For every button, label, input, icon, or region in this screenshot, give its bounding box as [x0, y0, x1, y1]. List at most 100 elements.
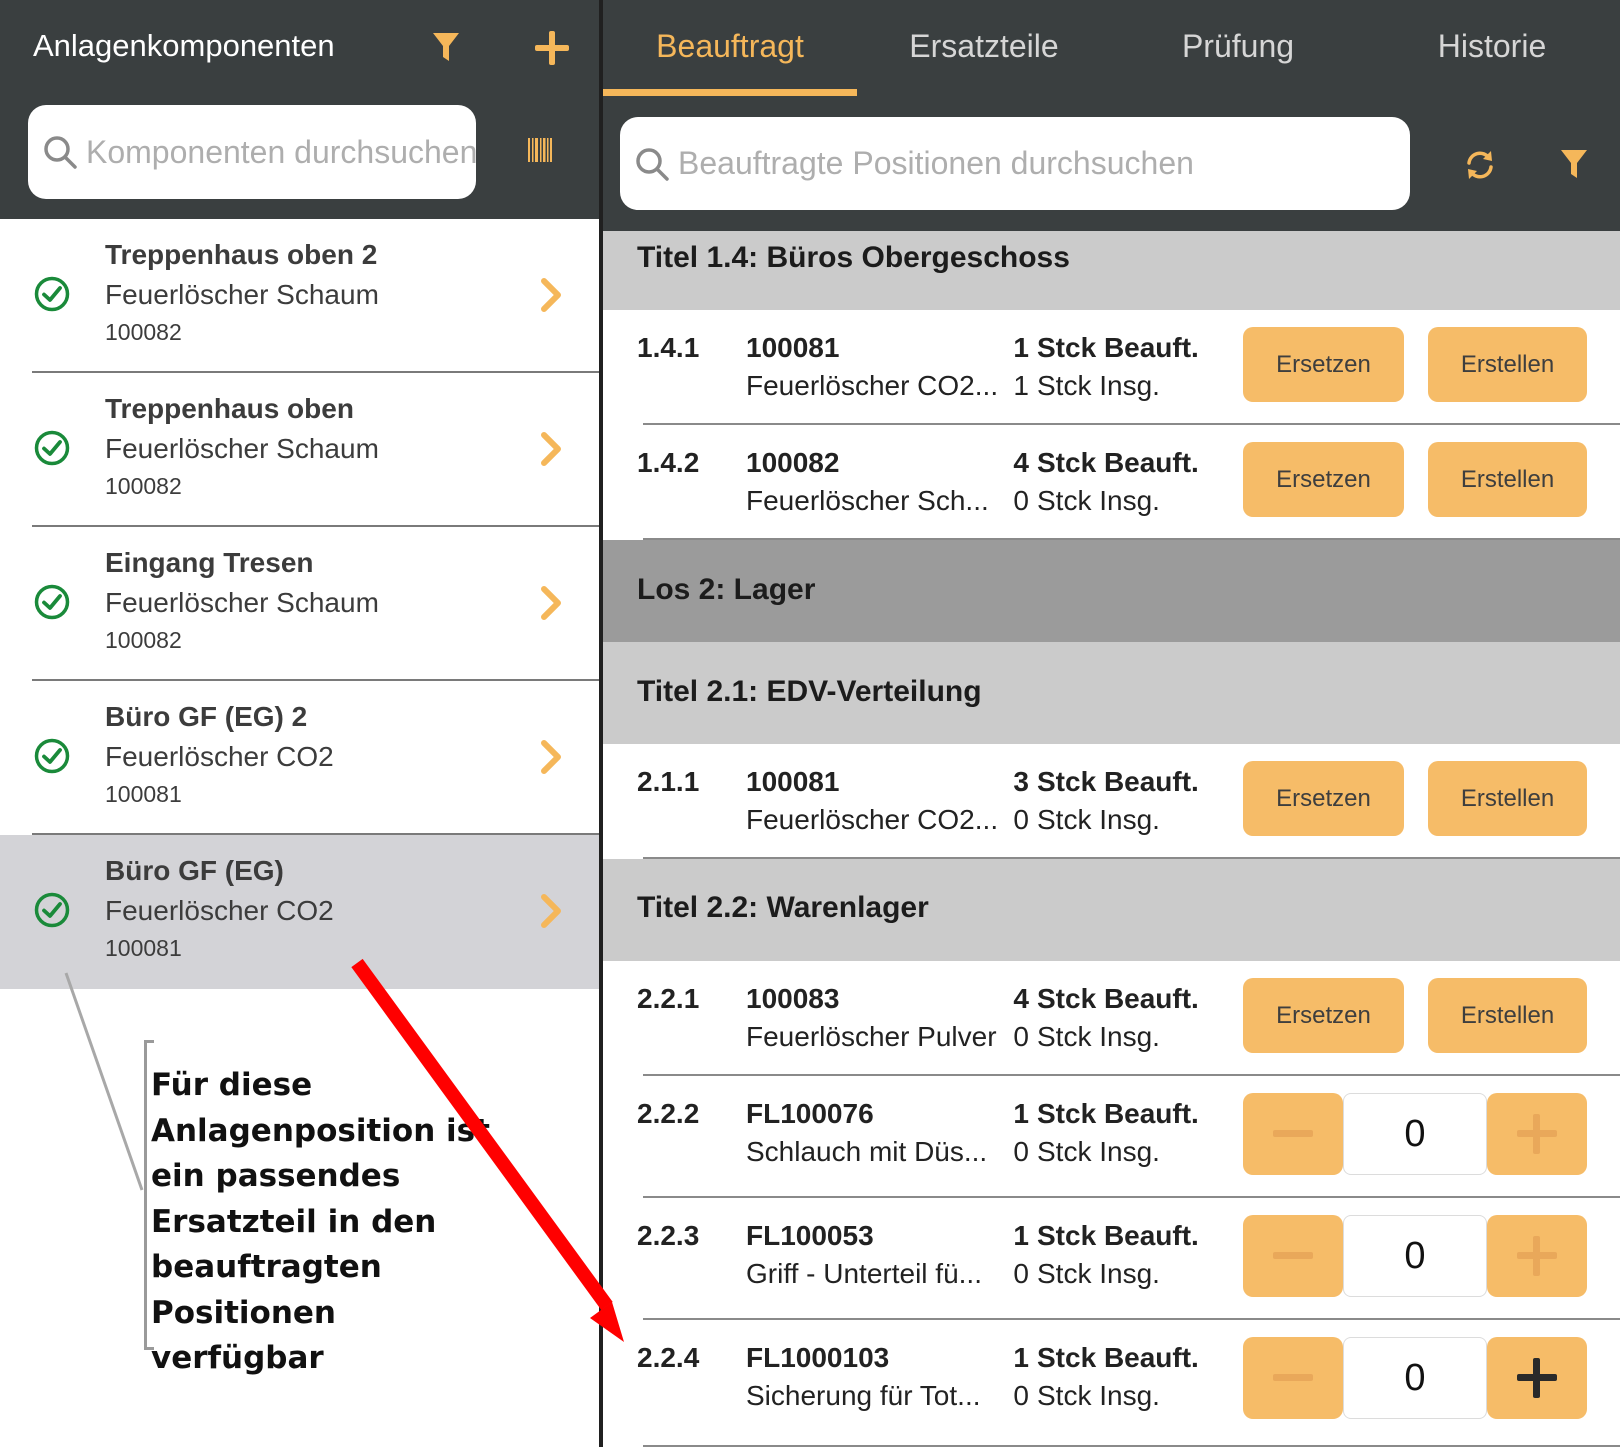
section-header: Titel 2.1: EDV-Verteilung: [603, 642, 1620, 744]
tab-ersatzteile[interactable]: Ersatzteile: [857, 28, 1111, 65]
ordered-quantity: 4 Stck Beauft.: [1001, 983, 1221, 1015]
create-button[interactable]: Erstellen: [1428, 978, 1587, 1053]
position-row: 2.2.2 FL100076 Schlauch mit Düs... 1 Stck Be…: [603, 1076, 1620, 1198]
quantity-value[interactable]: 0: [1343, 1337, 1487, 1419]
total-quantity: 0 Stck Insg.: [1001, 1380, 1221, 1412]
position-row: 2.1.1 100081 Feuerlöscher CO2... 3 Stck Beau…: [603, 744, 1620, 859]
unit-label: Stck: [1037, 766, 1097, 797]
ordered-quantity: 1 Stck Beauft.: [1001, 332, 1221, 364]
filter-icon[interactable]: [1554, 143, 1594, 187]
quantity-stepper[interactable]: 0: [1243, 1093, 1587, 1175]
annotation-line: Ersatzteil in den: [151, 1203, 437, 1240]
component-type: Feuerlöscher Schaum: [105, 433, 379, 464]
tab-prfung[interactable]: Prüfung: [1111, 28, 1365, 65]
section-title: Titel 1.4: Büros Obergeschoss: [637, 241, 1070, 274]
check-circle-icon: [34, 584, 70, 620]
check-circle-icon: [34, 430, 70, 466]
ordered-label: Beauft.: [1103, 1342, 1199, 1373]
chevron-right-icon: [541, 740, 561, 774]
ordered-quantity: 1 Stck Beauft.: [1001, 1342, 1221, 1374]
ordered-quantity: 1 Stck Beauft.: [1001, 1098, 1221, 1130]
total-count: 0: [1013, 485, 1029, 516]
ordered-label: Beauft.: [1103, 447, 1199, 478]
section-header: Los 2: Lager: [603, 540, 1620, 642]
decrement-button[interactable]: [1243, 1215, 1343, 1297]
chevron-right-icon: [541, 894, 561, 928]
tab-historie[interactable]: Historie: [1365, 28, 1619, 65]
replace-button[interactable]: Ersetzen: [1243, 442, 1404, 517]
plus-icon-vertical: [1533, 1114, 1540, 1154]
refresh-icon[interactable]: [1458, 143, 1502, 187]
decrement-button[interactable]: [1243, 1337, 1343, 1419]
unit-label: Stck: [1037, 447, 1097, 478]
unit-label: Stck: [1037, 804, 1092, 835]
chevron-right-icon: [541, 432, 561, 466]
component-item[interactable]: Eingang Tresen Feuerlöscher Schaum 100082: [0, 527, 600, 681]
part-description: Feuerlöscher Pulver: [746, 1021, 997, 1052]
components-search-input[interactable]: [78, 133, 476, 171]
quantity-value[interactable]: 0: [1343, 1215, 1487, 1297]
ordered-count: 1: [1013, 1098, 1029, 1129]
increment-button[interactable]: [1487, 1337, 1587, 1419]
position-row: 2.2.1 100083 Feuerlöscher Pulver 4 Stck Beau…: [603, 961, 1620, 1076]
increment-button[interactable]: [1487, 1093, 1587, 1175]
component-name: Büro GF (EG) 2: [105, 701, 308, 732]
create-button[interactable]: Erstellen: [1428, 442, 1587, 517]
part-number: FL100076: [746, 1098, 874, 1129]
part-description: Feuerlöscher Sch...: [746, 485, 989, 516]
filter-icon[interactable]: [426, 28, 466, 68]
unit-label: Stck: [1037, 370, 1092, 401]
part-number: FL1000103: [746, 1342, 890, 1373]
component-name: Büro GF (EG): [105, 855, 284, 886]
replace-button[interactable]: Ersetzen: [1243, 761, 1404, 836]
quantity-stepper[interactable]: 0: [1243, 1337, 1587, 1419]
plus-icon[interactable]: [532, 28, 572, 68]
create-button[interactable]: Erstellen: [1428, 327, 1587, 402]
component-item[interactable]: Büro GF (EG) 2 Feuerlöscher CO2 100081: [0, 681, 600, 835]
part-description: Griff - Unterteil fü...: [746, 1258, 982, 1289]
component-name: Treppenhaus oben: [105, 393, 354, 424]
component-type: Feuerlöscher Schaum: [105, 587, 379, 618]
positions-search[interactable]: [620, 117, 1410, 210]
ordered-label: Beauft.: [1103, 1098, 1199, 1129]
active-tab-indicator: [603, 89, 857, 96]
part-number: 100083: [746, 983, 840, 1014]
positions-search-input[interactable]: [670, 145, 1410, 182]
annotation-line: Positionen verfügbar: [151, 1294, 337, 1377]
unit-label: Stck: [1037, 983, 1097, 1014]
ordered-count: 3: [1013, 766, 1029, 797]
total-label: Insg.: [1099, 370, 1160, 401]
part-description: Sicherung für Tot...: [746, 1380, 981, 1411]
unit-label: Stck: [1037, 1098, 1097, 1129]
position-number: 2.2.3: [637, 1220, 700, 1251]
quantity-value[interactable]: 0: [1343, 1093, 1487, 1175]
component-item[interactable]: Treppenhaus oben 2 Feuerlöscher Schaum 100…: [0, 219, 600, 373]
replace-button[interactable]: Ersetzen: [1243, 978, 1404, 1053]
ordered-label: Beauft.: [1103, 766, 1199, 797]
check-circle-icon: [34, 276, 70, 312]
unit-label: Stck: [1037, 332, 1097, 363]
total-quantity: 0 Stck Insg.: [1001, 1258, 1221, 1290]
create-button[interactable]: Erstellen: [1428, 761, 1587, 836]
minus-icon: [1273, 1374, 1313, 1381]
decrement-button[interactable]: [1243, 1093, 1343, 1175]
component-item[interactable]: Büro GF (EG) Feuerlöscher CO2 100081: [0, 835, 600, 989]
ordered-quantity: 3 Stck Beauft.: [1001, 766, 1221, 798]
replace-button[interactable]: Ersetzen: [1243, 327, 1404, 402]
plus-icon-vertical: [1533, 1236, 1540, 1276]
part-number: 100081: [746, 332, 840, 363]
tab-beauftragt[interactable]: Beauftragt: [603, 28, 857, 65]
barcode-icon[interactable]: [524, 130, 556, 170]
ordered-quantity: 1 Stck Beauft.: [1001, 1220, 1221, 1252]
components-search[interactable]: [28, 105, 476, 199]
total-count: 0: [1013, 804, 1029, 835]
total-count: 1: [1013, 370, 1029, 401]
quantity-stepper[interactable]: 0: [1243, 1215, 1587, 1297]
annotation-line: Für diese: [151, 1067, 313, 1103]
total-quantity: 0 Stck Insg.: [1001, 1021, 1221, 1053]
increment-button[interactable]: [1487, 1215, 1587, 1297]
ordered-label: Beauft.: [1103, 983, 1199, 1014]
component-item[interactable]: Treppenhaus oben Feuerlöscher Schaum 10008…: [0, 373, 600, 527]
total-count: 0: [1013, 1021, 1029, 1052]
ordered-count: 4: [1013, 983, 1029, 1014]
